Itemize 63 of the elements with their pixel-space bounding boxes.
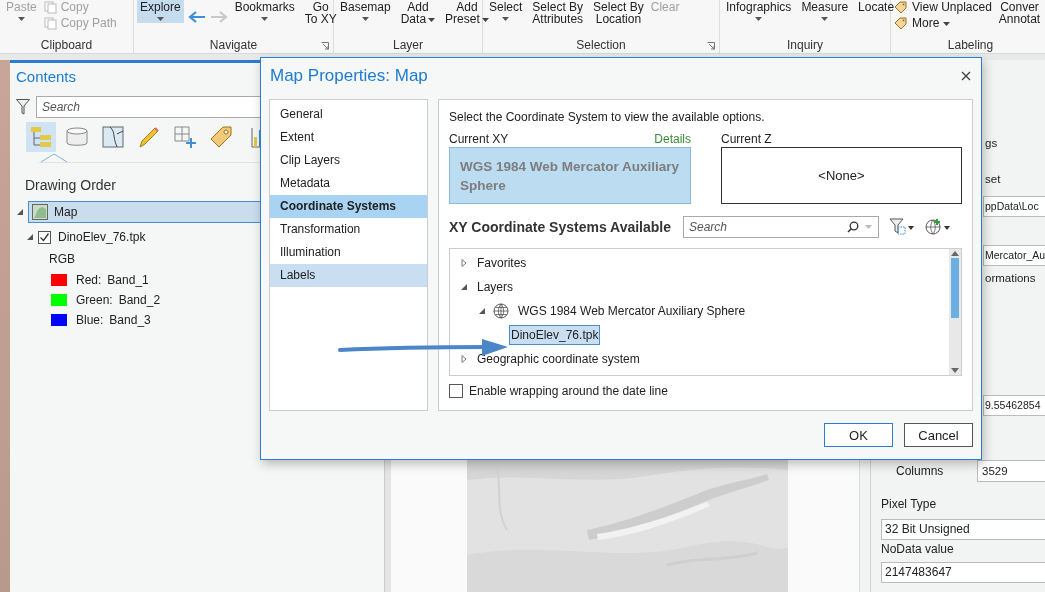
ribbon-button[interactable]: More — [894, 17, 992, 30]
property-field[interactable]: 9.55462854 — [983, 395, 1045, 416]
ribbon-button[interactable]: Measure — [798, 0, 852, 23]
navigation-item[interactable]: Extent — [270, 126, 427, 149]
ribbon-button[interactable]: Conver Annotat — [995, 0, 1044, 27]
ribbon-group-label: Labeling — [947, 38, 994, 52]
property-field[interactable]: 3529 — [977, 460, 1045, 482]
ribbon-button[interactable]: Select — [486, 0, 526, 23]
navigation-item[interactable]: Illumination — [270, 241, 427, 264]
current-z-box: <None> — [721, 147, 962, 204]
instruction-text: Select the Coordinate System to view the available options. — [449, 110, 765, 126]
section-heading: XY Coordinate Systems Available — [449, 219, 672, 235]
field-label: Current Z — [721, 132, 772, 147]
navigation-item[interactable]: Metadata — [270, 172, 427, 195]
band-name: Band_1 — [107, 273, 149, 287]
ribbon-button[interactable]: Select By Attributes — [529, 0, 587, 27]
field-label: Current XY — [449, 132, 509, 147]
ribbon-group-label: Inquiry — [787, 38, 823, 52]
navigation-item[interactable]: Labels — [270, 264, 427, 287]
tree-item[interactable]: Geographic coordinate system — [475, 350, 642, 368]
renderer-label: RGB — [49, 252, 75, 268]
ribbon-button[interactable]: Select By Location — [590, 0, 647, 27]
ribbon-button[interactable]: Go To XY — [301, 0, 340, 27]
ribbon-button[interactable]: Bookmarks — [231, 0, 298, 23]
tree-item[interactable]: WGS 1984 Web Mercator Auxiliary Sphere — [516, 302, 748, 320]
tree-item[interactable]: Layers — [475, 278, 516, 296]
property-field[interactable]: ppData\Loc — [983, 196, 1045, 217]
navigation-item[interactable]: Clip Layers — [270, 149, 427, 172]
band-name: Band_3 — [109, 313, 151, 327]
property-field[interactable]: Mercator_Au — [983, 245, 1045, 266]
ribbon-group-label: Layer — [393, 38, 423, 52]
navigation-item[interactable]: Coordinate Systems — [270, 195, 427, 218]
band-name: Band_2 — [118, 293, 161, 307]
property-label: set — [985, 173, 1001, 187]
section-heading: Drawing Order — [25, 177, 117, 193]
ribbon-button[interactable]: Explore — [137, 0, 184, 23]
ok-button[interactable]: OK — [824, 423, 893, 447]
checkbox-label[interactable]: Enable wrapping around the date line — [469, 384, 668, 398]
layer-name[interactable]: DinoElev_76.tpk — [58, 230, 146, 244]
cancel-button[interactable]: Cancel — [904, 423, 973, 447]
dialog-title: Map Properties: Map — [270, 65, 428, 86]
pane-title: Contents — [16, 68, 77, 87]
current-xy-box: WGS 1984 Web Mercator Auxiliary Sphere — [449, 147, 691, 204]
tree-item[interactable]: Favorites — [475, 254, 529, 272]
ribbon-button[interactable]: Add Data — [397, 0, 439, 27]
property-label: ormations — [985, 272, 1036, 286]
property-field[interactable]: 32 Bit Unsigned — [881, 519, 1045, 540]
property-label: Pixel Type — [881, 497, 937, 513]
property-label: gs — [985, 137, 998, 151]
ribbon-group-label: Clipboard — [40, 38, 93, 52]
property-label: Columns — [895, 464, 945, 478]
property-label: NoData value — [881, 542, 954, 558]
search-field[interactable]: Search — [683, 216, 879, 238]
band-channel: Red: — [76, 273, 102, 287]
ribbon-button[interactable]: Infographics — [723, 0, 795, 23]
ribbon-button[interactable]: Basemap — [337, 0, 394, 23]
tree-item[interactable]: DinoElev_76.tpk — [509, 325, 601, 345]
ribbon-group-label: Selection — [576, 38, 626, 52]
ribbon-group-label: Navigate — [209, 38, 258, 52]
property-field[interactable]: 2147483647 — [881, 562, 1045, 583]
band-channel: Green: — [76, 293, 113, 307]
band-channel: Blue: — [76, 313, 104, 327]
details-link[interactable]: Details — [654, 132, 691, 147]
